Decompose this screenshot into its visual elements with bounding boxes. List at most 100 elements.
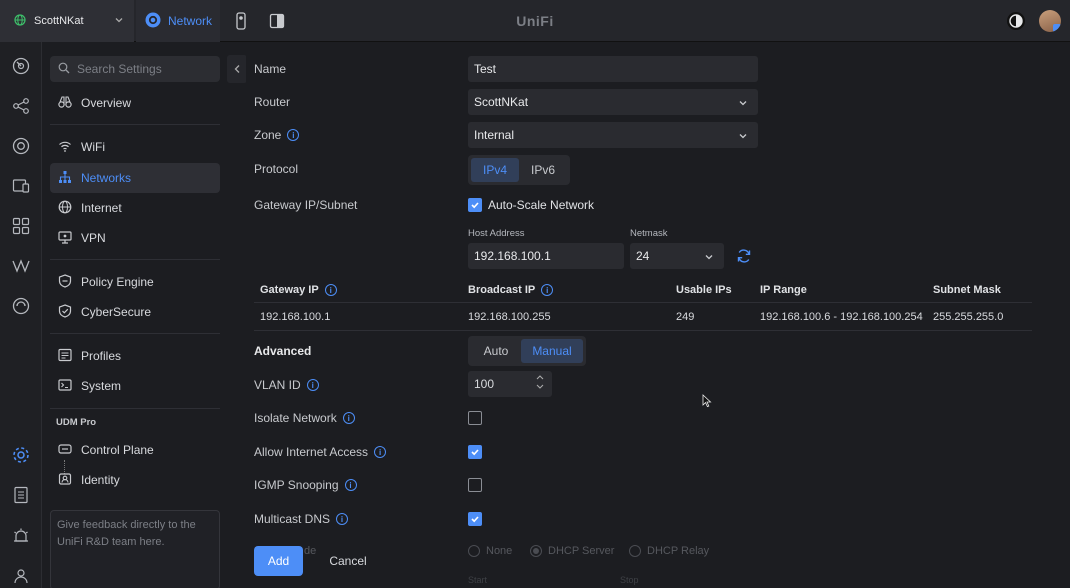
network-app-tab[interactable]: Network <box>136 0 220 42</box>
isolate-network-checkbox[interactable] <box>468 411 482 425</box>
globe-icon <box>58 200 72 217</box>
radio-icon <box>629 545 641 557</box>
info-icon[interactable]: i <box>324 284 337 296</box>
name-label: Name <box>254 62 287 76</box>
host-address-label: Host Address <box>468 228 525 239</box>
multicast-dns-label: Multicast DNS i <box>254 512 349 526</box>
feedback-box[interactable]: Give feedback directly to the UniFi R&D … <box>50 510 220 588</box>
theme-toggle-icon[interactable] <box>1006 11 1026 31</box>
chevron-down-icon[interactable] <box>536 384 544 390</box>
dhcp-relay-radio[interactable]: DHCP Relay <box>629 545 709 557</box>
grid-icon[interactable] <box>12 217 30 235</box>
insights-icon[interactable] <box>12 257 30 275</box>
system-icon <box>58 378 72 395</box>
host-address-input[interactable]: 192.168.100.1 <box>468 243 624 269</box>
site-selector[interactable]: ScottNKat <box>0 0 134 42</box>
top-bar: ScottNKat Network UniFi <box>0 0 1070 42</box>
wifi-icon <box>58 139 72 156</box>
info-icon[interactable]: i <box>336 513 349 525</box>
mouse-cursor-icon <box>702 394 712 411</box>
cancel-button[interactable]: Cancel <box>320 546 376 576</box>
info-icon[interactable]: i <box>306 379 319 391</box>
site-name: ScottNKat <box>34 15 84 27</box>
clients-icon[interactable] <box>12 177 30 195</box>
add-button[interactable]: Add <box>254 546 303 576</box>
sidebar-item-internet[interactable]: Internet <box>50 193 220 223</box>
name-input[interactable]: Test <box>468 56 758 82</box>
collapse-sidebar-button[interactable] <box>227 55 247 83</box>
device-icon[interactable] <box>232 12 250 30</box>
cell-subnet-mask: 255.255.255.0 <box>933 311 1004 323</box>
divider <box>50 333 220 334</box>
globe-icon <box>14 13 26 29</box>
dhcp-none-radio[interactable]: None <box>468 545 512 557</box>
sidebar-item-cybersecure[interactable]: CyberSecure <box>50 297 220 327</box>
sidebar-item-label: Networks <box>81 171 132 185</box>
info-icon[interactable]: i <box>541 284 554 296</box>
users-icon[interactable] <box>12 567 30 585</box>
igmp-snooping-checkbox[interactable] <box>468 478 482 492</box>
netmask-select[interactable]: 24 <box>630 243 724 269</box>
advanced-manual-button[interactable]: Manual <box>521 339 583 363</box>
sidebar-item-label: Overview <box>81 96 132 110</box>
panel-layout-icon[interactable] <box>268 12 286 30</box>
cell-broadcast-ip: 192.168.100.255 <box>468 311 551 323</box>
networks-icon <box>58 170 72 187</box>
protocol-ipv4-button[interactable]: IPv4 <box>471 158 519 182</box>
start-label: Start <box>468 575 488 585</box>
info-icon[interactable]: i <box>374 446 387 458</box>
sidebar-item-label: System <box>81 379 122 393</box>
dashboard-icon[interactable] <box>12 57 30 75</box>
sidebar-item-policy-engine[interactable]: Policy Engine <box>50 267 220 297</box>
advanced-label: Advanced <box>254 344 312 358</box>
search-box[interactable] <box>50 56 220 82</box>
dhcp-server-radio[interactable]: DHCP Server <box>530 545 614 557</box>
info-icon[interactable]: i <box>344 479 357 491</box>
divider <box>50 124 220 125</box>
zone-select[interactable]: Internal <box>468 122 758 148</box>
logs-icon[interactable] <box>12 486 30 504</box>
sidebar-item-networks[interactable]: Networks <box>50 163 220 193</box>
radio-icon <box>530 545 542 557</box>
allow-internet-checkbox[interactable] <box>468 445 482 459</box>
isolate-network-label: Isolate Network i <box>254 411 355 425</box>
sidebar-item-label: Policy Engine <box>81 275 154 289</box>
search-input[interactable] <box>77 62 207 76</box>
check-icon <box>471 202 479 209</box>
radio-icon <box>468 545 480 557</box>
info-icon[interactable]: i <box>287 129 300 141</box>
profiles-icon <box>58 348 72 365</box>
refresh-icon[interactable] <box>736 248 752 267</box>
sidebar-item-vpn[interactable]: VPN <box>50 223 220 253</box>
devices-icon[interactable] <box>12 137 30 155</box>
sidebar-item-overview[interactable]: Overview <box>50 88 220 118</box>
app-rail <box>0 42 42 588</box>
autoscale-checkbox[interactable] <box>468 198 482 212</box>
sidebar-item-profiles[interactable]: Profiles <box>50 341 220 371</box>
alerts-icon[interactable] <box>12 527 30 545</box>
sidebar-item-identity[interactable]: Identity <box>50 465 220 495</box>
vlan-label: VLAN ID i <box>254 378 319 392</box>
avatar[interactable] <box>1039 10 1061 32</box>
sidebar-item-label: CyberSecure <box>81 305 152 319</box>
support-icon[interactable] <box>12 297 30 315</box>
multicast-dns-checkbox[interactable] <box>468 512 482 526</box>
info-icon[interactable]: i <box>342 412 355 424</box>
sidebar-item-control-plane[interactable]: Control Plane <box>50 435 220 465</box>
vlan-id-stepper[interactable]: 100 <box>468 371 552 397</box>
topology-icon[interactable] <box>12 97 30 115</box>
advanced-auto-button[interactable]: Auto <box>471 339 521 363</box>
protocol-ipv6-button[interactable]: IPv6 <box>519 158 567 182</box>
cell-ip-range: 192.168.100.6 - 192.168.100.254 <box>760 311 923 323</box>
chevron-up-icon[interactable] <box>536 374 544 380</box>
zone-label: Zone i <box>254 128 300 142</box>
sidebar-item-system[interactable]: System <box>50 371 220 401</box>
settings-gear-icon[interactable] <box>12 446 30 464</box>
sidebar-item-wifi[interactable]: WiFi <box>50 132 220 162</box>
app-tab-label: Network <box>168 14 213 28</box>
sidebar-item-label: Profiles <box>81 349 122 363</box>
chevron-down-icon <box>738 97 748 111</box>
check-icon <box>471 449 479 456</box>
router-select[interactable]: ScottNKat <box>468 89 758 115</box>
netmask-label: Netmask <box>630 228 668 239</box>
